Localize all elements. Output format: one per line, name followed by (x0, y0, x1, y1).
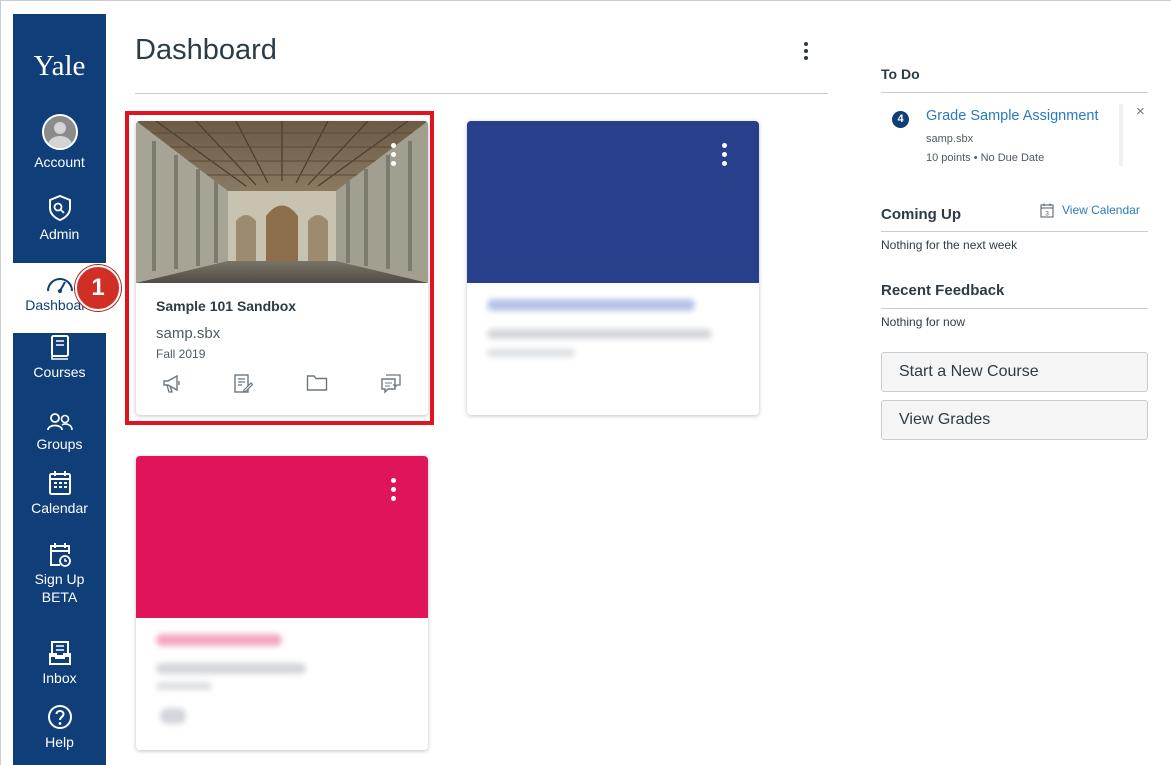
coming-up-heading: Coming Up (881, 206, 961, 223)
close-icon[interactable]: × (1136, 103, 1145, 120)
speedometer-icon (46, 278, 73, 293)
nav-item-calendar[interactable]: Calendar (13, 470, 106, 536)
coming-up-divider (881, 231, 1148, 232)
view-calendar-link[interactable]: View Calendar (1062, 203, 1140, 217)
nav-item-sign-up[interactable]: Sign Up BETA (13, 542, 106, 622)
todo-item-course: samp.sbx (926, 133, 974, 145)
card-options-kebab-icon[interactable] (388, 478, 398, 504)
course-card[interactable] (136, 456, 428, 750)
people-icon (46, 413, 73, 431)
course-name-blurred (156, 634, 282, 646)
calendar-icon (48, 471, 71, 495)
help-icon (47, 705, 72, 729)
todo-count-badge: 4 (892, 111, 909, 128)
calendar-icon[interactable]: 3 (1040, 203, 1054, 218)
calendar-clock-icon (49, 543, 71, 567)
nav-item-label: Courses (33, 364, 86, 380)
recent-feedback-divider (881, 308, 1148, 309)
nav-item-account[interactable]: Account (13, 114, 106, 182)
book-icon (50, 335, 69, 360)
view-grades-button[interactable]: View Grades (881, 400, 1148, 440)
course-card-hero (136, 456, 428, 618)
card-options-kebab-icon[interactable] (719, 143, 729, 169)
todo-divider (881, 92, 1148, 93)
global-nav: Yale Account Admin Dashboard Courses Gro… (13, 14, 106, 765)
nav-item-inbox[interactable]: Inbox (13, 640, 106, 700)
recent-feedback-empty: Nothing for now (881, 315, 966, 329)
nav-item-admin[interactable]: Admin (13, 194, 106, 254)
course-code-blurred (156, 663, 306, 674)
course-term-blurred (487, 349, 575, 357)
course-card-hero (467, 121, 759, 283)
calendar-icon-day: 3 (1045, 211, 1049, 218)
recent-feedback-heading: Recent Feedback (881, 282, 1005, 299)
course-code-blurred (487, 329, 712, 339)
user-avatar (41, 114, 78, 150)
title-divider (135, 93, 828, 94)
course-term-blurred (156, 682, 212, 690)
nav-item-label: Groups (36, 436, 83, 452)
todo-item-link[interactable]: Grade Sample Assignment (926, 108, 1098, 124)
nav-item-beta-label: BETA (41, 589, 78, 605)
callout-highlight-box (125, 111, 434, 425)
course-card[interactable] (467, 121, 759, 415)
shield-icon (48, 194, 71, 222)
nav-item-courses[interactable]: Courses (13, 334, 106, 394)
nav-item-label: Sign Up (34, 571, 85, 587)
nav-item-label: Help (45, 734, 74, 750)
course-name-blurred (487, 299, 695, 311)
card-action-blurred (160, 708, 186, 724)
start-new-course-button[interactable]: Start a New Course (881, 352, 1148, 392)
nav-item-label: Inbox (42, 670, 77, 686)
nav-item-label: Account (34, 154, 85, 170)
todo-scroll-track (1119, 104, 1123, 166)
yale-logo[interactable]: Yale (13, 50, 106, 83)
step-marker: 1 (75, 265, 121, 311)
todo-heading: To Do (881, 66, 920, 82)
coming-up-empty: Nothing for the next week (881, 238, 1018, 252)
nav-item-help[interactable]: Help (13, 704, 106, 764)
todo-item-meta: 10 points • No Due Date (926, 152, 1045, 164)
inbox-icon (48, 641, 71, 665)
dashboard-options-kebab-icon[interactable] (800, 42, 812, 66)
nav-item-groups[interactable]: Groups (13, 412, 106, 472)
nav-item-label: Admin (39, 226, 80, 242)
nav-item-label: Calendar (31, 500, 88, 516)
page-title: Dashboard (135, 34, 277, 66)
